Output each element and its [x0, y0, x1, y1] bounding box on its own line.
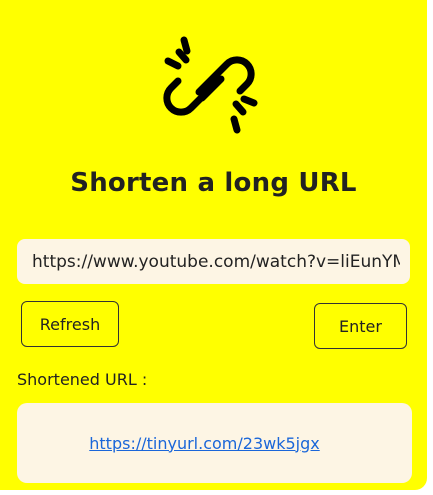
page-title: Shorten a long URL — [70, 168, 357, 198]
shortened-url-label: Shortened URL : — [17, 370, 148, 389]
broken-link-icon — [163, 36, 258, 134]
url-input[interactable] — [17, 239, 410, 284]
refresh-button[interactable]: Refresh — [21, 301, 119, 347]
shortener-card: Shorten a long URL Refresh Enter Shorten… — [0, 0, 427, 490]
result-panel: https://tinyurl.com/23wk5jgx — [17, 403, 412, 483]
shortened-url-link[interactable]: https://tinyurl.com/23wk5jgx — [89, 434, 319, 453]
enter-button[interactable]: Enter — [314, 303, 407, 349]
